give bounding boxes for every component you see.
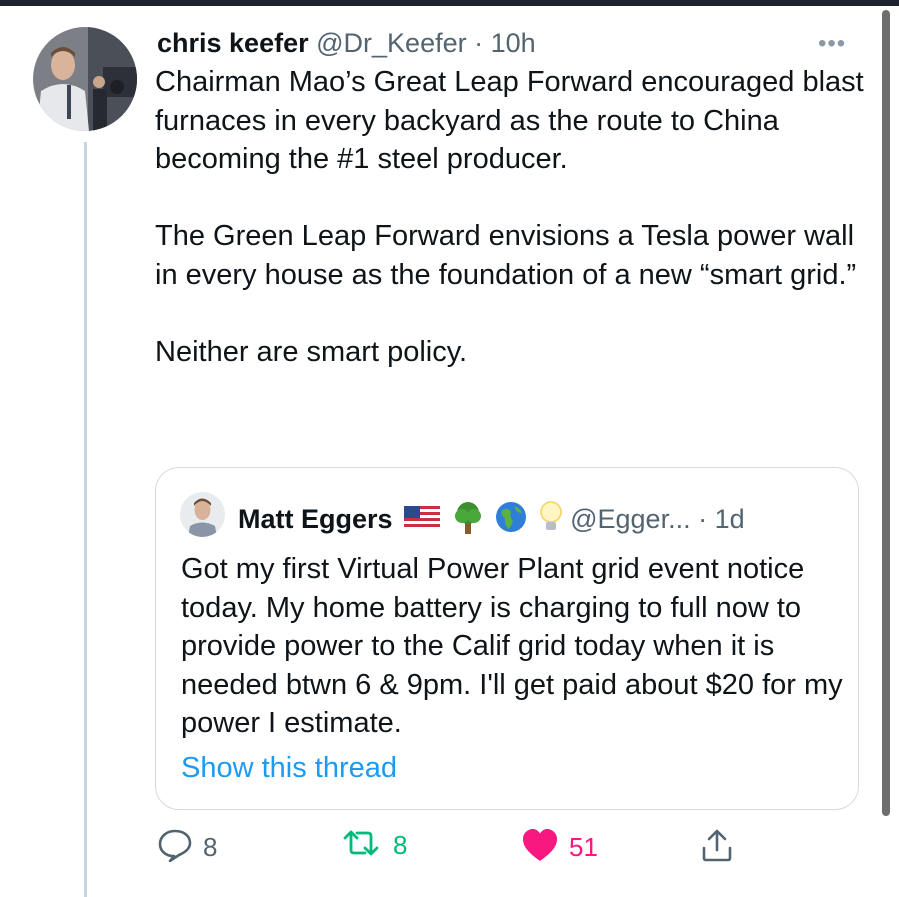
more-options-icon[interactable]: ••• bbox=[818, 30, 846, 58]
tree-icon bbox=[452, 500, 484, 542]
quote-handle-time[interactable]: @Egger... · 1d bbox=[570, 504, 745, 534]
retweet-button[interactable]: 8 bbox=[339, 828, 407, 863]
reply-count: 8 bbox=[203, 832, 218, 862]
author-handle-time[interactable]: @Dr_Keefer · 10h bbox=[316, 28, 536, 58]
like-button[interactable]: 51 bbox=[521, 828, 598, 867]
avatar-photo bbox=[33, 27, 137, 131]
share-button[interactable] bbox=[700, 828, 734, 867]
like-count: 51 bbox=[569, 832, 598, 862]
tweet-text: Chairman Mao’s Great Leap Forward encour… bbox=[155, 66, 864, 368]
author-name[interactable]: chris keefer bbox=[157, 28, 309, 58]
scrollbar[interactable] bbox=[882, 10, 890, 816]
quote-header: Matt Eggers @Egger... · 1d bbox=[238, 500, 745, 542]
quote-avatar-photo bbox=[180, 492, 225, 537]
reply-button[interactable]: 8 bbox=[157, 828, 217, 867]
quote-author-name[interactable]: Matt Eggers bbox=[238, 504, 393, 534]
share-icon bbox=[700, 828, 734, 867]
reply-icon bbox=[157, 828, 193, 867]
tweet-header: chris keefer @Dr_Keefer · 10h bbox=[157, 26, 536, 60]
show-thread-link[interactable]: Show this thread bbox=[181, 749, 397, 787]
quote-text: Got my first Virtual Power Plant grid ev… bbox=[181, 553, 843, 739]
avatar[interactable] bbox=[33, 27, 137, 131]
retweet-icon bbox=[339, 828, 383, 863]
quote-avatar bbox=[180, 492, 225, 537]
globe-americas-icon bbox=[495, 501, 527, 541]
light-bulb-icon bbox=[539, 500, 563, 542]
retweet-count: 8 bbox=[393, 830, 408, 860]
thread-line bbox=[84, 142, 87, 897]
us-flag-icon bbox=[404, 504, 441, 538]
like-icon bbox=[521, 828, 559, 867]
top-edge-bar bbox=[0, 0, 899, 6]
